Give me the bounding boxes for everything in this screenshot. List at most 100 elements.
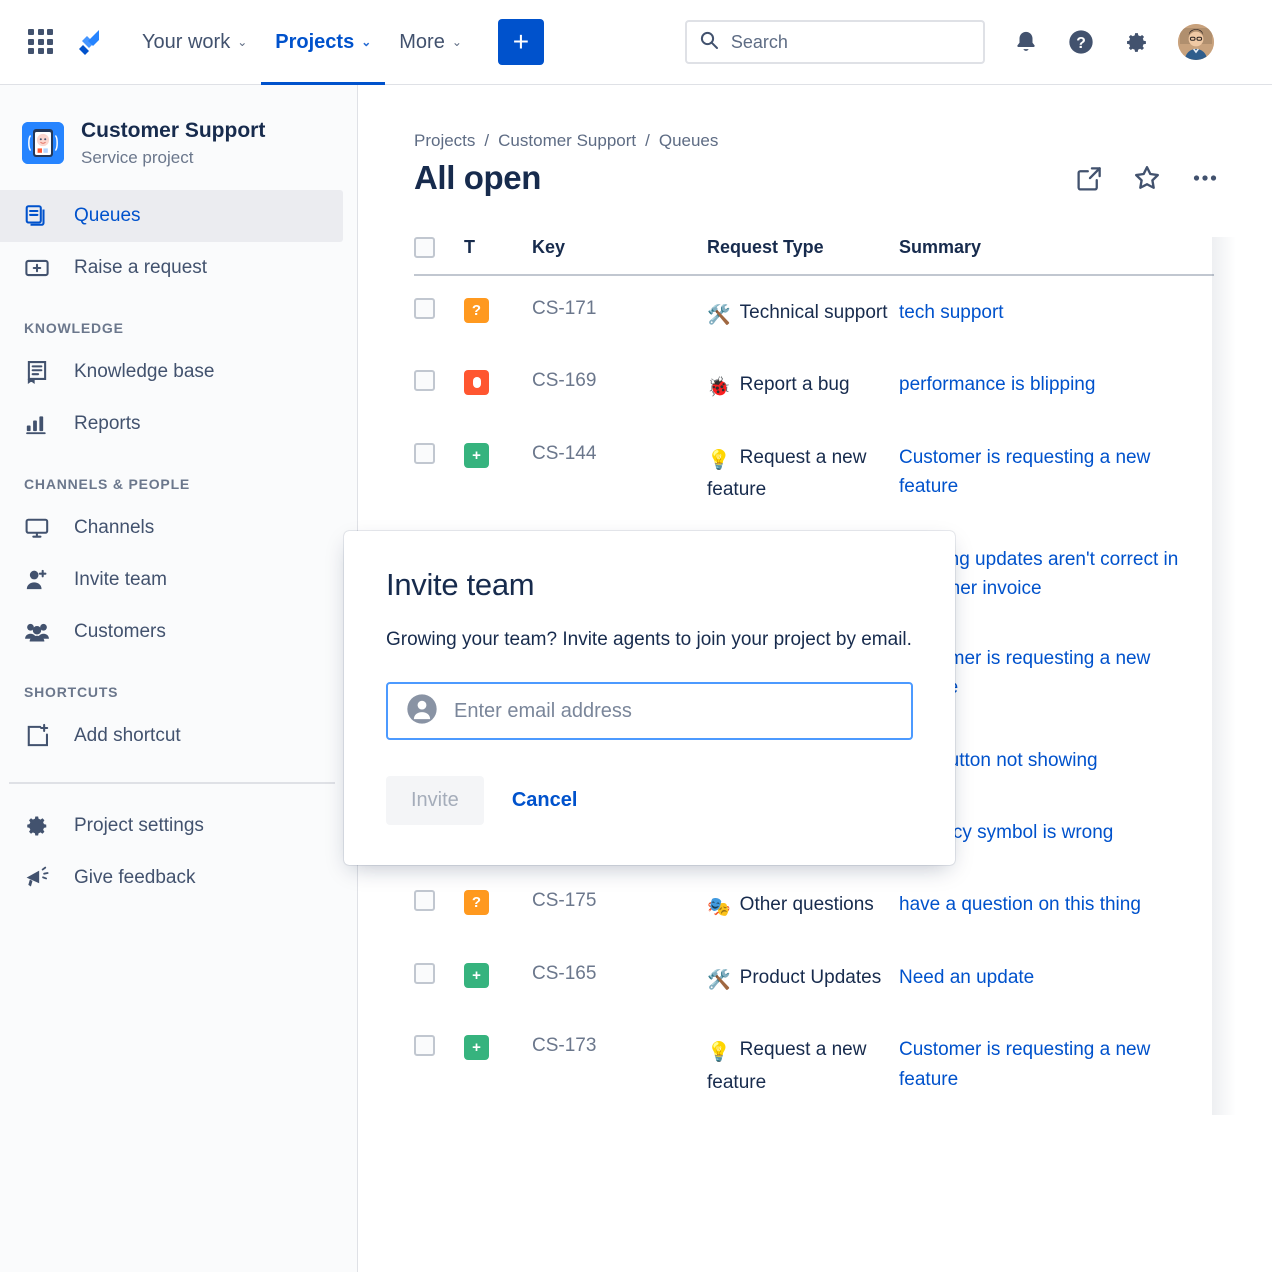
page-title: All open bbox=[414, 159, 541, 197]
sidebar-item-label: Reports bbox=[74, 413, 141, 435]
email-field-wrapper[interactable] bbox=[386, 682, 913, 740]
project-header[interactable]: Customer Support Service project bbox=[0, 85, 357, 190]
breadcrumb-item-projects[interactable]: Projects bbox=[414, 131, 475, 151]
row-select-cell bbox=[414, 941, 464, 1013]
request-type-icon: 💡 bbox=[707, 446, 731, 475]
table-row[interactable]: ?CS-175🎭Other questionshave a question o… bbox=[414, 868, 1214, 940]
sidebar-item-label: Invite team bbox=[74, 569, 167, 591]
summary-cell: Customer is requesting a new feature bbox=[899, 1013, 1214, 1115]
request-type-cell: 🛠️Technical support bbox=[707, 275, 899, 348]
more-options-icon[interactable] bbox=[1190, 163, 1220, 193]
dialog-description: Growing your team? Invite agents to join… bbox=[386, 625, 913, 654]
row-checkbox[interactable] bbox=[414, 890, 435, 911]
sidebar-item-channels[interactable]: Channels bbox=[0, 502, 343, 554]
global-search-box[interactable] bbox=[685, 20, 985, 64]
issue-key-cell[interactable]: CS-165 bbox=[532, 941, 707, 1013]
summary-link[interactable]: have a question on this thing bbox=[899, 894, 1141, 915]
table-header-type[interactable]: T bbox=[464, 237, 532, 275]
row-select-cell bbox=[414, 868, 464, 940]
breadcrumb-item-customer-support[interactable]: Customer Support bbox=[498, 131, 636, 151]
breadcrumb-item-queues[interactable]: Queues bbox=[659, 131, 719, 151]
project-text: Customer Support Service project bbox=[81, 118, 265, 168]
primary-nav-links: Your work ⌄ Projects ⌄ More ⌄ bbox=[128, 0, 476, 85]
search-input[interactable] bbox=[731, 32, 971, 53]
star-favorite-icon[interactable] bbox=[1132, 163, 1162, 193]
invite-team-dialog: Invite team Growing your team? Invite ag… bbox=[344, 531, 955, 865]
table-header-summary[interactable]: Summary bbox=[899, 237, 1214, 275]
nav-item-your-work[interactable]: Your work ⌄ bbox=[128, 0, 261, 85]
issue-key-cell[interactable]: CS-169 bbox=[532, 348, 707, 420]
customer-support-project-avatar bbox=[22, 122, 64, 164]
user-avatar[interactable] bbox=[1178, 24, 1214, 60]
row-checkbox[interactable] bbox=[414, 1035, 435, 1056]
summary-link[interactable]: Customer is requesting a new feature bbox=[899, 1039, 1150, 1089]
row-checkbox[interactable] bbox=[414, 370, 435, 391]
sidebar-item-customers[interactable]: Customers bbox=[0, 606, 343, 658]
sidebar-item-project-settings[interactable]: Project settings bbox=[0, 800, 343, 852]
summary-link[interactable]: Need an update bbox=[899, 967, 1034, 988]
svg-text:?: ? bbox=[1076, 35, 1086, 52]
jira-logo-icon[interactable] bbox=[74, 26, 106, 58]
sidebar-item-queues[interactable]: Queues bbox=[0, 190, 343, 242]
notifications-bell-icon[interactable] bbox=[1013, 29, 1039, 55]
summary-link[interactable]: performance is blipping bbox=[899, 374, 1095, 395]
sidebar-item-invite-team[interactable]: Invite team bbox=[0, 554, 343, 606]
table-header-request-type[interactable]: Request Type bbox=[707, 237, 899, 275]
summary-link[interactable]: tech support bbox=[899, 302, 1004, 323]
sidebar-item-reports[interactable]: Reports bbox=[0, 398, 343, 450]
person-avatar-icon bbox=[406, 693, 438, 730]
table-row[interactable]: ? CS-171🛠️Technical supporttech support bbox=[414, 275, 1214, 348]
table-row[interactable]: +CS-173💡Request a new featureCustomer is… bbox=[414, 1013, 1214, 1115]
request-type-cell: 🐞Report a bug bbox=[707, 348, 899, 420]
priority-cell: + bbox=[464, 421, 532, 523]
create-button[interactable]: + bbox=[498, 19, 544, 65]
summary-cell: tech support bbox=[899, 275, 1214, 348]
request-type-cell: 🎭Other questions bbox=[707, 868, 899, 940]
help-question-icon[interactable]: ? bbox=[1067, 28, 1095, 56]
priority-cell: ? bbox=[464, 868, 532, 940]
search-icon bbox=[699, 30, 719, 55]
select-all-checkbox[interactable] bbox=[414, 237, 435, 258]
cancel-button[interactable]: Cancel bbox=[498, 776, 592, 825]
sidebar-item-label: Raise a request bbox=[74, 257, 207, 279]
table-row[interactable]: +CS-144💡Request a new featureCustomer is… bbox=[414, 421, 1214, 523]
table-header: T Key Request Type Summary bbox=[414, 237, 1214, 275]
nav-item-label: Projects bbox=[275, 31, 354, 54]
row-checkbox[interactable] bbox=[414, 963, 435, 984]
summary-link[interactable]: Customer is requesting a new feature bbox=[899, 447, 1150, 497]
issue-key-cell[interactable]: CS-175 bbox=[532, 868, 707, 940]
sidebar-item-add-shortcut[interactable]: Add shortcut bbox=[0, 710, 343, 762]
invite-button[interactable]: Invite bbox=[386, 776, 484, 825]
priority-cell: + bbox=[464, 1013, 532, 1115]
breadcrumb: Projects / Customer Support / Queues bbox=[358, 85, 1272, 151]
row-checkbox[interactable] bbox=[414, 443, 435, 464]
issue-key-cell[interactable]: CS-173 bbox=[532, 1013, 707, 1115]
project-subtitle: Service project bbox=[81, 148, 265, 168]
issue-key-cell[interactable]: CS-171 bbox=[532, 275, 707, 348]
issue-key-cell[interactable]: CS-144 bbox=[532, 421, 707, 523]
email-input[interactable] bbox=[454, 700, 893, 723]
table-row[interactable]: +CS-165🛠️Product UpdatesNeed an update bbox=[414, 941, 1214, 1013]
row-checkbox[interactable] bbox=[414, 298, 435, 319]
export-share-icon[interactable] bbox=[1075, 164, 1104, 193]
sidebar-item-label: Customers bbox=[74, 621, 166, 643]
sidebar-section-knowledge: KNOWLEDGE bbox=[0, 294, 357, 346]
sidebar-item-knowledge-base[interactable]: Knowledge base bbox=[0, 346, 343, 398]
table-header-key[interactable]: Key bbox=[532, 237, 707, 275]
apps-grid-icon[interactable] bbox=[26, 27, 56, 57]
request-type-icon: 🛠️ bbox=[707, 966, 731, 995]
chevron-down-icon: ⌄ bbox=[237, 36, 247, 48]
add-shortcut-icon bbox=[22, 723, 52, 749]
request-type-cell: 🛠️Product Updates bbox=[707, 941, 899, 1013]
nav-item-projects[interactable]: Projects ⌄ bbox=[261, 0, 385, 85]
nav-item-more[interactable]: More ⌄ bbox=[385, 0, 476, 85]
sidebar-item-give-feedback[interactable]: Give feedback bbox=[0, 852, 343, 904]
page-title-row: All open bbox=[358, 151, 1272, 197]
dialog-actions: Invite Cancel bbox=[386, 776, 913, 825]
settings-gear-icon[interactable] bbox=[1123, 29, 1150, 56]
sidebar-item-raise-a-request[interactable]: Raise a request bbox=[0, 242, 343, 294]
priority-question-icon: ? bbox=[464, 298, 489, 323]
table-row[interactable]: CS-169🐞Report a bugperformance is blippi… bbox=[414, 348, 1214, 420]
row-select-cell bbox=[414, 275, 464, 348]
request-type-icon: 💡 bbox=[707, 1038, 731, 1067]
